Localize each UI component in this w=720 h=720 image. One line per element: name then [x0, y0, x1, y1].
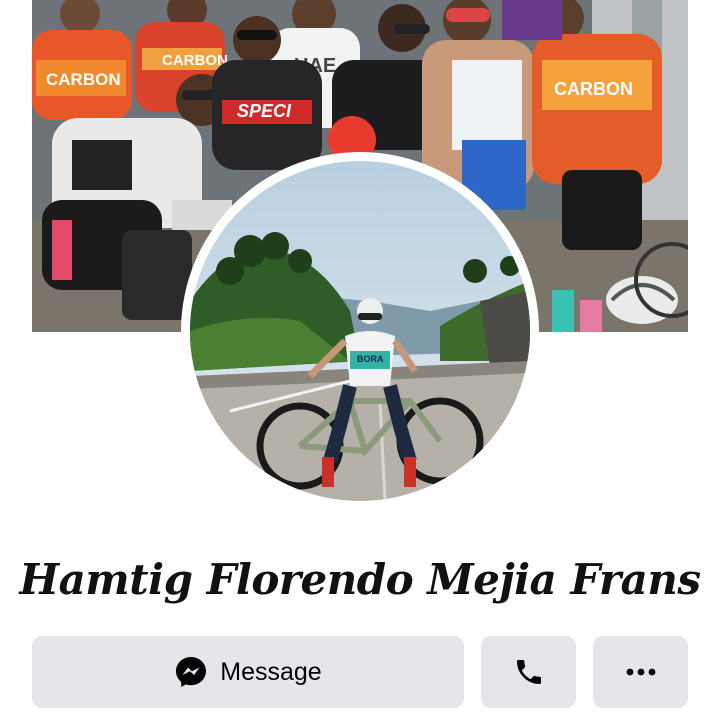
messenger-icon — [174, 655, 208, 689]
profile-name: Hamtig Florendo Mejia Frans — [19, 555, 701, 604]
profile-page: CARBON CARBON UAE CARBON SPECI BORA Hamt… — [0, 0, 720, 720]
cover-jersey-text: CARBON — [554, 79, 633, 99]
more-options-icon — [625, 667, 657, 677]
avatar[interactable]: BORA — [190, 161, 530, 501]
message-button-label: Message — [220, 657, 322, 686]
cover-jersey-text: CARBON — [162, 52, 228, 69]
more-options-button[interactable] — [593, 636, 688, 708]
cover-jersey-text: CARBON — [46, 70, 121, 89]
message-button[interactable]: Message — [32, 636, 464, 708]
avatar-jersey-text: BORA — [357, 354, 384, 364]
avatar-image: BORA — [190, 161, 530, 501]
cover-jersey-text: SPECI — [237, 101, 292, 121]
call-button[interactable] — [481, 636, 576, 708]
phone-icon — [513, 656, 545, 688]
